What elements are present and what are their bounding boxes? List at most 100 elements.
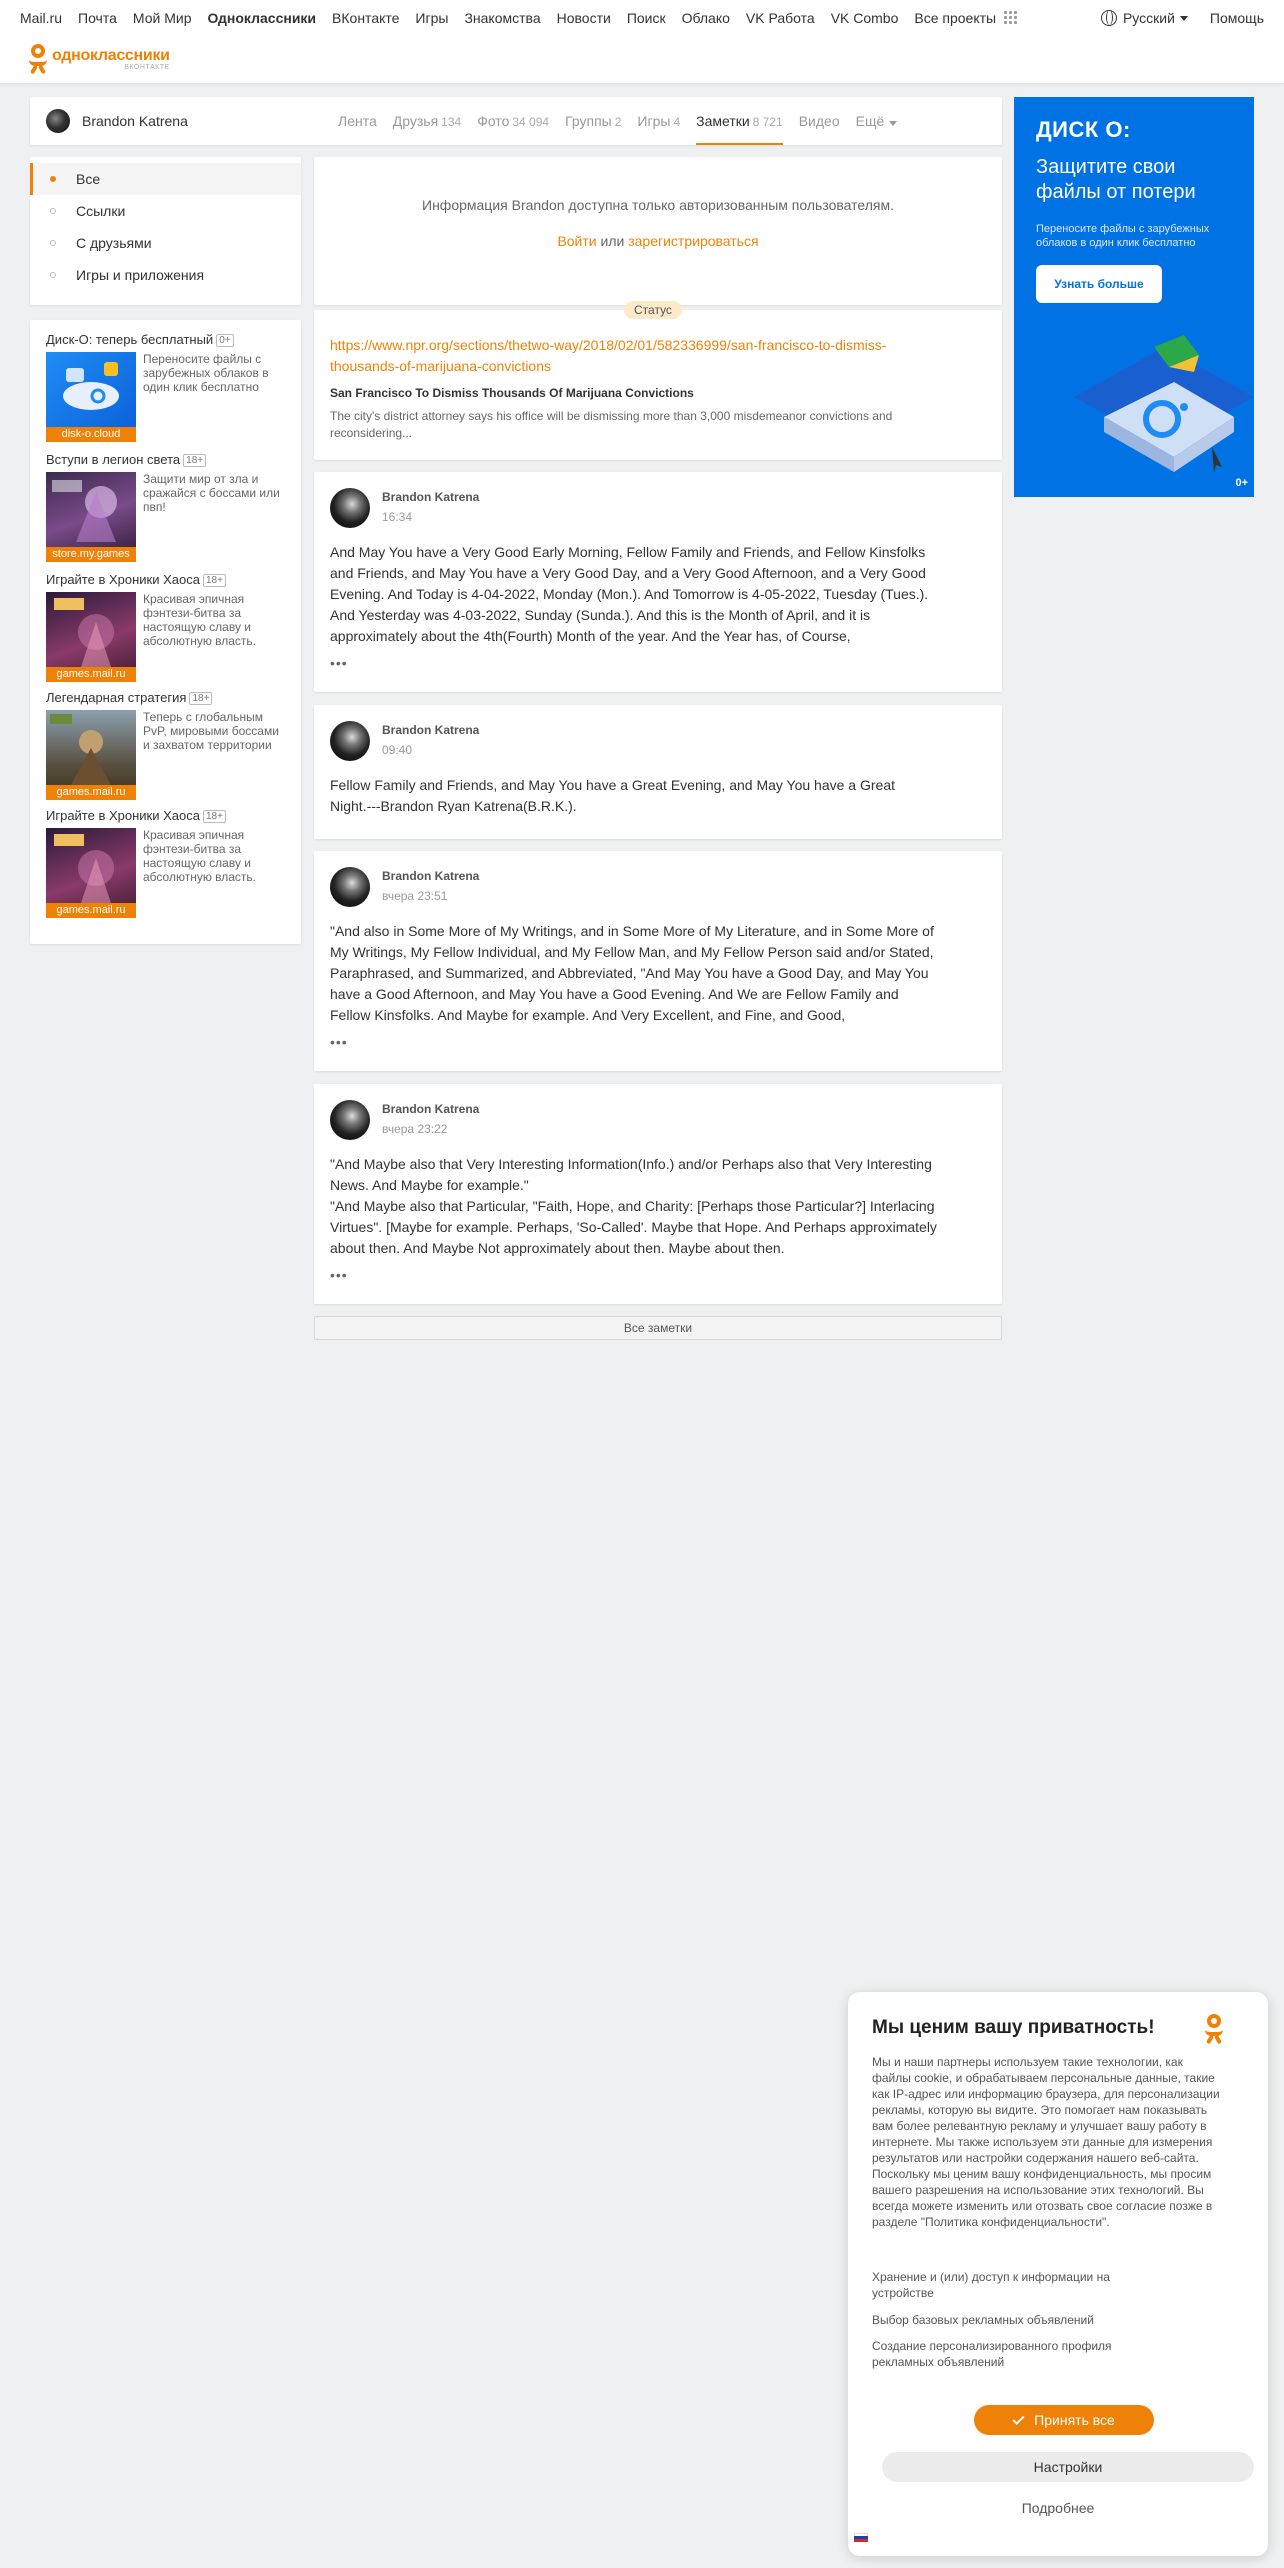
tab-friends[interactable]: Друзья 134 [393,97,461,145]
ad-title[interactable]: Вступи в легион света [46,452,180,467]
ad-image[interactable]: disk-o.cloud [46,352,136,442]
note-author[interactable]: Brandon Katrena [382,869,479,883]
filter-label: С друзьями [76,235,152,251]
privacy-option[interactable]: Хранение и (или) доступ к информации на … [872,2269,1122,2301]
note-author[interactable]: Brandon Katrena [382,723,479,737]
bullet-icon [50,208,56,214]
avatar[interactable] [330,721,370,761]
profile-name[interactable]: Brandon Katrena [82,97,188,145]
portal-link-moy-mir[interactable]: Мой Мир [133,10,192,26]
avatar[interactable] [330,488,370,528]
help-link[interactable]: Помощь [1210,10,1264,26]
details-link[interactable]: Подробнее [848,2500,1268,2516]
ad-title[interactable]: Играйте в Хроники Хаоса [46,572,200,587]
register-link[interactable]: зарегистрироваться [628,233,758,249]
ad-item[interactable]: Играйте в Хроники Хаоса 18+ games.mail.ru… [46,572,286,682]
portal-link-vk[interactable]: ВКонтакте [332,10,399,26]
portal-link-dating[interactable]: Знакомства [464,10,540,26]
privacy-option[interactable]: Выбор базовых рекламных объявлений [872,2312,1122,2328]
portal-link-pochta[interactable]: Почта [78,10,117,26]
accept-all-button[interactable]: Принять все [974,2405,1154,2435]
note-author[interactable]: Brandon Katrena [382,1102,479,1116]
filter-with-friends[interactable]: С друзьями [30,227,301,259]
portal-link-games[interactable]: Игры [415,10,448,26]
auth-notice: Информация Brandon доступна только автор… [314,157,1002,305]
bullet-icon [50,240,56,246]
filter-games-apps[interactable]: Игры и приложения [30,259,301,291]
banner-headline: Защитите свои файлы от потери [1036,156,1196,203]
note-text[interactable]: "And also in Some More of My Writings, a… [330,921,940,1026]
apps-grid-icon[interactable] [1004,11,1018,25]
filter-all[interactable]: Все [30,163,301,195]
russian-flag-icon[interactable] [854,2533,868,2542]
portal-link-cloud[interactable]: Облако [682,10,730,26]
tab-count: 2 [614,115,622,129]
ad-item[interactable]: Вступи в легион света 18+ store.my.games … [46,452,286,562]
tab-groups[interactable]: Группы 2 [565,97,621,145]
ad-source: games.mail.ru [46,667,136,682]
portal-link-all-projects[interactable]: Все проекты [914,10,996,26]
ad-image[interactable]: games.mail.ru [46,710,136,800]
filter-links[interactable]: Ссылки [30,195,301,227]
tab-label: Фото [477,113,510,129]
tab-more[interactable]: Ещё [856,97,898,145]
note-text[interactable]: And May You have a Very Good Early Morni… [330,542,940,647]
tab-games[interactable]: Игры 4 [637,97,680,145]
portal-link-search[interactable]: Поиск [627,10,666,26]
ad-title[interactable]: Играйте в Хроники Хаоса [46,808,200,823]
status-link[interactable]: https://www.npr.org/sections/thetwo-way/… [330,335,930,377]
top-right: Русский Помощь [1100,0,1264,36]
logo-name: одноклассники [52,46,170,64]
portal-link-mailru[interactable]: Mail.ru [20,10,62,26]
all-notes-button[interactable]: Все заметки [314,1316,1002,1340]
portal-link-vk-work[interactable]: VK Работа [746,10,815,26]
portal-link-news[interactable]: Новости [557,10,611,26]
tab-photos[interactable]: Фото 34 094 [477,97,549,145]
ad-item[interactable]: Легендарная стратегия 18+ games.mail.ru Т… [46,690,286,800]
avatar[interactable] [46,109,70,133]
settings-button[interactable]: Настройки [882,2452,1254,2482]
ad-desc: Переносите файлы с зарубежных облаков в … [143,352,269,394]
site-header: одноклассники ВКОНТАКТЕ [0,36,1284,84]
top-bar: Mail.ru Почта Мой Мир Одноклассники ВКон… [0,0,1284,36]
age-badge: 0+ [216,334,234,347]
tab-label: Игры [637,113,671,129]
tab-feed[interactable]: Лента [338,97,377,145]
tab-label: Группы [565,113,612,129]
filter-label: Игры и приложения [76,267,205,283]
ad-item[interactable]: Играйте в Хроники Хаоса 18+ games.mail.ru… [46,808,286,918]
disk-o-banner[interactable]: ДИСК О: Защитите свои файлы от потери Пе… [1014,97,1254,497]
tab-video[interactable]: Видео [799,97,840,145]
age-badge: 18+ [202,810,226,823]
auth-actions: Войти или зарегистрироваться [314,233,1002,249]
link-title[interactable]: San Francisco To Dismiss Thousands Of Ma… [330,386,694,400]
note-time: 09:40 [382,743,413,757]
avatar[interactable] [330,1100,370,1140]
ad-title[interactable]: Легендарная стратегия [46,690,186,705]
profile-tabs: Лента Друзья 134 Фото 34 094 Группы 2 Игры 4… [338,97,913,145]
login-link[interactable]: Войти [557,233,596,249]
note-text[interactable]: "And Maybe also that Very Interesting In… [330,1154,940,1259]
language-selector[interactable]: Русский [1100,10,1188,26]
game-ad-illustration [54,834,114,903]
portal-link-vk-combo[interactable]: VK Combo [831,10,899,26]
ad-item[interactable]: Диск-О: теперь бесплатный 0+ disk-o.cloud… [46,332,286,442]
auth-message: Информация Brandon доступна только автор… [422,197,894,213]
ad-image[interactable]: games.mail.ru [46,592,136,682]
learn-more-button[interactable]: Узнать больше [1036,265,1162,303]
note-text[interactable]: Fellow Family and Friends, and May You h… [330,775,940,817]
portal-link-ok[interactable]: Одноклассники [208,10,317,26]
more-dots-icon[interactable]: ••• [330,1034,348,1050]
ad-image[interactable]: store.my.games [46,472,136,562]
avatar[interactable] [330,867,370,907]
ad-title[interactable]: Диск-О: теперь бесплатный [46,332,213,347]
privacy-option[interactable]: Создание персонализированного профиля ре… [872,2338,1122,2370]
tab-label: Ещё [855,113,885,129]
more-dots-icon[interactable]: ••• [330,655,348,671]
more-dots-icon[interactable]: ••• [330,1267,348,1283]
tab-notes[interactable]: Заметки 8 721 [696,97,783,145]
ad-image[interactable]: games.mail.ru [46,828,136,918]
ok-logo[interactable]: одноклассники ВКОНТАКТЕ [28,44,170,75]
check-icon [1012,2412,1025,2426]
note-author[interactable]: Brandon Katrena [382,490,479,504]
